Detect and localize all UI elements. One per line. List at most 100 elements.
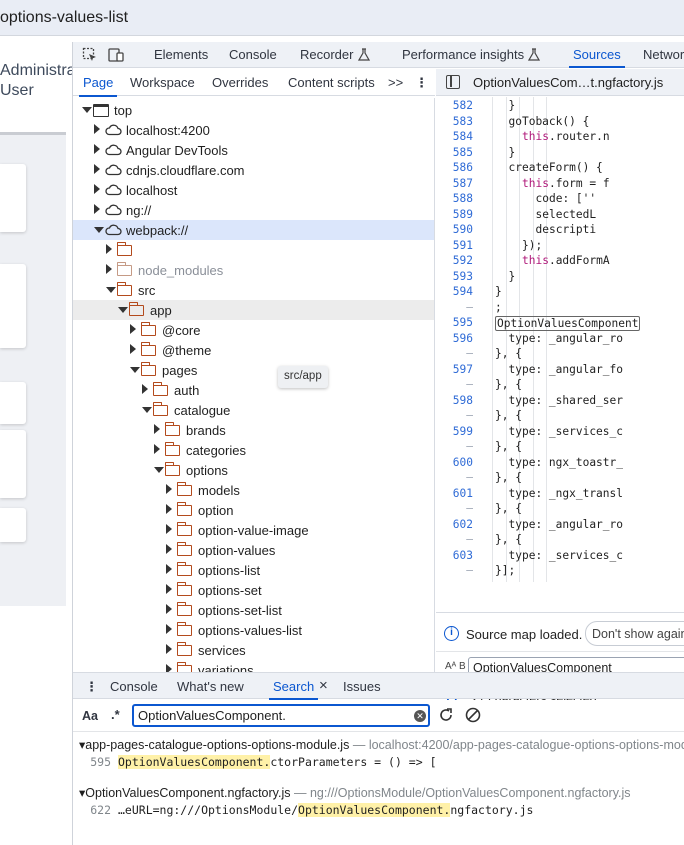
match-case-toggle[interactable]: Aa	[82, 709, 98, 723]
line-number[interactable]: 582	[436, 99, 473, 112]
collapsed-arrow-icon[interactable]	[166, 504, 172, 514]
line-number[interactable]: –	[436, 533, 473, 546]
tree-item-localhost-4200[interactable]: localhost:4200	[73, 120, 434, 140]
collapsed-arrow-icon[interactable]	[106, 264, 112, 274]
tab-overrides[interactable]: Overrides	[212, 75, 268, 90]
line-number[interactable]: 595	[436, 316, 473, 329]
tree-item-src[interactable]: src	[73, 280, 434, 300]
collapsed-arrow-icon[interactable]	[154, 444, 160, 454]
tab-drawer-console[interactable]: Console	[110, 679, 158, 694]
collapsed-arrow-icon[interactable]	[166, 644, 172, 654]
line-number[interactable]: 583	[436, 115, 473, 128]
collapsed-arrow-icon[interactable]	[94, 124, 100, 134]
match-case-toggle-icon[interactable]: Aᴬ B	[445, 661, 466, 672]
line-number[interactable]: 592	[436, 254, 473, 267]
line-number[interactable]: 584	[436, 130, 473, 143]
tab-workspace[interactable]: Workspace	[130, 75, 195, 90]
collapsed-arrow-icon[interactable]	[166, 604, 172, 614]
tab-whats-new[interactable]: What's new	[177, 679, 244, 694]
result-file-header[interactable]: ▾OptionValuesComponent.ngfactory.js — ng…	[79, 785, 631, 800]
tree-item-variations[interactable]: variations	[73, 660, 434, 672]
tree-item-models[interactable]: models	[73, 480, 434, 500]
tree-item-webpack[interactable]: webpack://	[73, 220, 434, 240]
tree-item-app[interactable]: app	[73, 300, 434, 320]
line-number[interactable]: 599	[436, 425, 473, 438]
line-number[interactable]: –	[436, 502, 473, 515]
tree-item-node-modules[interactable]: node_modules	[73, 260, 434, 280]
code-editor[interactable]: 582} 583 goToback() {584 this.router.n 585} 5…	[436, 97, 684, 612]
drawer-menu-icon[interactable]: ⋮	[85, 679, 98, 695]
more-tabs-chevron-icon[interactable]: >>	[388, 75, 403, 90]
line-number[interactable]: –	[436, 471, 473, 484]
collapsed-arrow-icon[interactable]	[166, 544, 172, 554]
line-number[interactable]: –	[436, 564, 473, 577]
line-number[interactable]: 598	[436, 394, 473, 407]
line-number[interactable]: 597	[436, 363, 473, 376]
line-number[interactable]: 588	[436, 192, 473, 205]
collapsed-arrow-icon[interactable]	[166, 564, 172, 574]
tab-sources[interactable]: Sources	[569, 47, 625, 68]
collapsed-arrow-icon[interactable]	[130, 344, 136, 354]
tree-item-localhost[interactable]: localhost	[73, 180, 434, 200]
expanded-arrow-icon[interactable]	[82, 107, 92, 113]
tree-item-pages[interactable]: pages	[73, 360, 434, 380]
collapsed-arrow-icon[interactable]	[94, 184, 100, 194]
device-toolbar-icon[interactable]	[108, 47, 124, 63]
tree-item-options-values-list[interactable]: options-values-list	[73, 620, 434, 640]
tree-item-brands[interactable]: brands	[73, 420, 434, 440]
tree-item-cdnjs-cloudflare-com[interactable]: cdnjs.cloudflare.com	[73, 160, 434, 180]
expanded-arrow-icon[interactable]	[106, 287, 116, 293]
editor-file-tab[interactable]: OptionValuesCom…t.ngfactory.js	[473, 75, 663, 90]
tree-item-catalogue[interactable]: catalogue	[73, 400, 434, 420]
tab-console[interactable]: Console	[229, 47, 277, 62]
tree-item-theme[interactable]: @theme	[73, 340, 434, 360]
collapsed-arrow-icon[interactable]	[142, 384, 148, 394]
tree-item-options-set[interactable]: options-set	[73, 580, 434, 600]
expanded-arrow-icon[interactable]	[142, 407, 152, 413]
result-match-line[interactable]: 622 …eURL=ng:///OptionsModule/OptionValue…	[79, 803, 533, 817]
expanded-arrow-icon[interactable]	[130, 367, 140, 373]
line-number[interactable]: –	[436, 301, 473, 314]
collapsed-arrow-icon[interactable]	[94, 144, 100, 154]
tree-item-unnamed[interactable]	[73, 240, 434, 260]
tree-item-ng[interactable]: ng://	[73, 200, 434, 220]
collapsed-arrow-icon[interactable]	[166, 584, 172, 594]
result-match-line[interactable]: 595 OptionValuesComponent.ctorParameters …	[79, 755, 437, 769]
line-number[interactable]: 589	[436, 208, 473, 221]
refresh-icon[interactable]	[437, 706, 455, 727]
tab-recorder[interactable]: Recorder	[300, 47, 353, 62]
tab-content-scripts[interactable]: Content scripts	[288, 75, 375, 90]
collapsed-arrow-icon[interactable]	[166, 524, 172, 534]
close-search-tab-icon[interactable]: ×	[319, 677, 328, 694]
line-number[interactable]: 602	[436, 518, 473, 531]
line-number[interactable]: 603	[436, 549, 473, 562]
tree-item-options-list[interactable]: options-list	[73, 560, 434, 580]
clear-search-icon[interactable]: ✕	[414, 710, 426, 722]
tree-item-option-value-image[interactable]: option-value-image	[73, 520, 434, 540]
collapsed-arrow-icon[interactable]	[94, 204, 100, 214]
line-number[interactable]: 591	[436, 239, 473, 252]
collapsed-arrow-icon[interactable]	[166, 624, 172, 634]
tab-issues[interactable]: Issues	[343, 679, 381, 694]
tree-item-categories[interactable]: categories	[73, 440, 434, 460]
line-number[interactable]: –	[436, 440, 473, 453]
collapsed-arrow-icon[interactable]	[154, 424, 160, 434]
tree-item-options[interactable]: options	[73, 460, 434, 480]
line-number[interactable]: 594	[436, 285, 473, 298]
line-number[interactable]: 585	[436, 146, 473, 159]
expanded-arrow-icon[interactable]	[154, 467, 164, 473]
tree-item-option[interactable]: option	[73, 500, 434, 520]
tree-item-auth[interactable]: auth	[73, 380, 434, 400]
result-file-header[interactable]: ▾app-pages-catalogue-options-options-mod…	[79, 737, 684, 752]
tab-elements[interactable]: Elements	[154, 47, 208, 62]
tree-item-option-values[interactable]: option-values	[73, 540, 434, 560]
line-number[interactable]: 587	[436, 177, 473, 190]
dont-show-again-button[interactable]: Don't show again	[585, 621, 684, 646]
line-number[interactable]: 593	[436, 270, 473, 283]
tab-performance-insights[interactable]: Performance insights	[402, 47, 524, 62]
tree-item-angular-devtools[interactable]: Angular DevTools	[73, 140, 434, 160]
line-number[interactable]: –	[436, 409, 473, 422]
more-options-icon[interactable]: ⋮	[415, 75, 428, 91]
line-number[interactable]: 601	[436, 487, 473, 500]
expanded-arrow-icon[interactable]	[118, 307, 128, 313]
